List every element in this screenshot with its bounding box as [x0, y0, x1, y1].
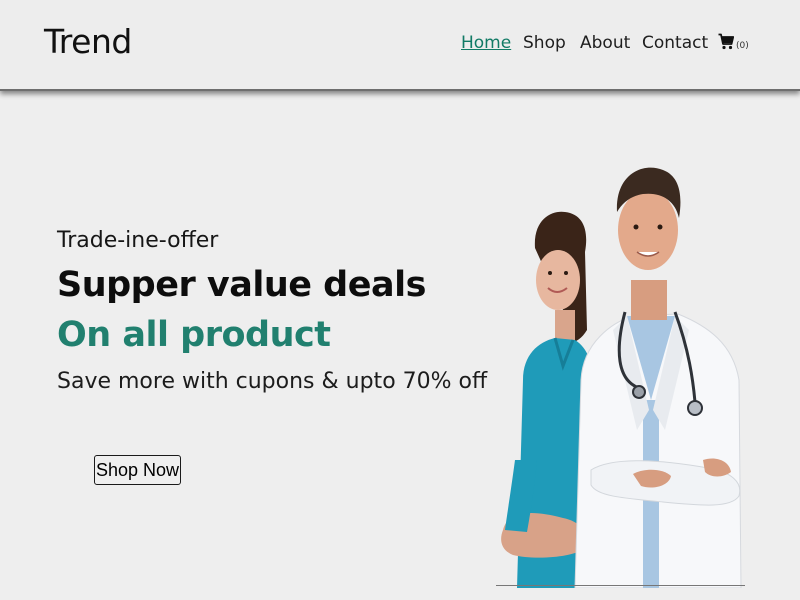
hero-description: Save more with cupons & upto 70% off — [57, 369, 488, 394]
image-baseline — [496, 585, 745, 586]
hero-section: Trade-ine-offer Supper value deals On al… — [57, 228, 487, 394]
nav-home-link[interactable]: Home — [461, 33, 511, 53]
site-header: Trend Home Shop About Contact (0) — [0, 0, 800, 91]
doctors-photo — [501, 167, 742, 588]
offer-label: Trade-ine-offer — [57, 228, 219, 253]
nav-about-link[interactable]: About — [580, 33, 630, 53]
hero-subheadline: On all product — [57, 315, 331, 355]
cart-button[interactable]: (0) — [718, 33, 749, 51]
cart-icon — [718, 33, 734, 50]
nav-contact-link[interactable]: Contact — [642, 33, 708, 53]
shop-now-button[interactable]: Shop Now — [94, 455, 182, 485]
logo[interactable]: Trend — [44, 22, 132, 61]
doctor-figure — [574, 167, 742, 588]
hero-headline: Supper value deals — [57, 265, 426, 305]
cart-count: (0) — [736, 41, 749, 51]
nav-shop-link[interactable]: Shop — [523, 33, 566, 53]
